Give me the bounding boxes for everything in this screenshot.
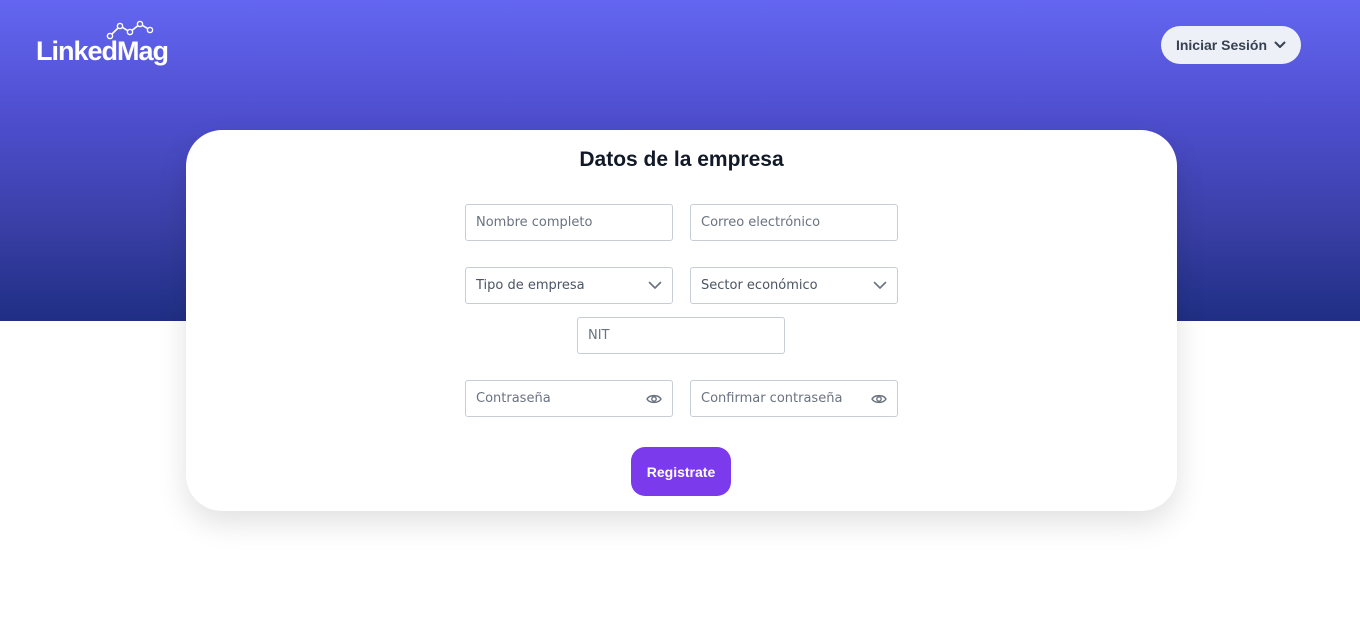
confirm-password-field[interactable] <box>690 380 898 417</box>
login-button[interactable]: Iniciar Sesión <box>1161 26 1301 64</box>
logo[interactable]: LinkedMag <box>36 20 182 70</box>
logo-text: LinkedMag <box>36 36 169 66</box>
company-type-select[interactable]: Tipo de empresa <box>465 267 673 304</box>
password-field[interactable] <box>465 380 673 417</box>
company-type-value: Tipo de empresa <box>476 278 585 293</box>
chevron-down-icon <box>1274 41 1286 48</box>
economic-sector-select[interactable]: Sector económico <box>690 267 898 304</box>
nit-input[interactable] <box>588 328 774 343</box>
chevron-down-icon <box>648 281 662 289</box>
nit-field[interactable] <box>577 317 785 354</box>
economic-sector-value: Sector económico <box>701 278 818 293</box>
email-field[interactable] <box>690 204 898 241</box>
chevron-down-icon <box>873 281 887 289</box>
login-button-label: Iniciar Sesión <box>1175 37 1268 53</box>
eye-icon[interactable] <box>646 393 662 405</box>
form-title: Datos de la empresa <box>579 148 784 171</box>
eye-icon[interactable] <box>871 393 887 405</box>
email-input[interactable] <box>701 215 887 230</box>
confirm-password-input[interactable] <box>701 391 871 406</box>
full-name-field[interactable] <box>465 204 673 241</box>
registration-card: Datos de la empresa Tipo de empresa Sect… <box>186 130 1177 511</box>
register-button[interactable]: Registrate <box>631 447 731 496</box>
password-input[interactable] <box>476 391 646 406</box>
full-name-input[interactable] <box>476 215 662 230</box>
